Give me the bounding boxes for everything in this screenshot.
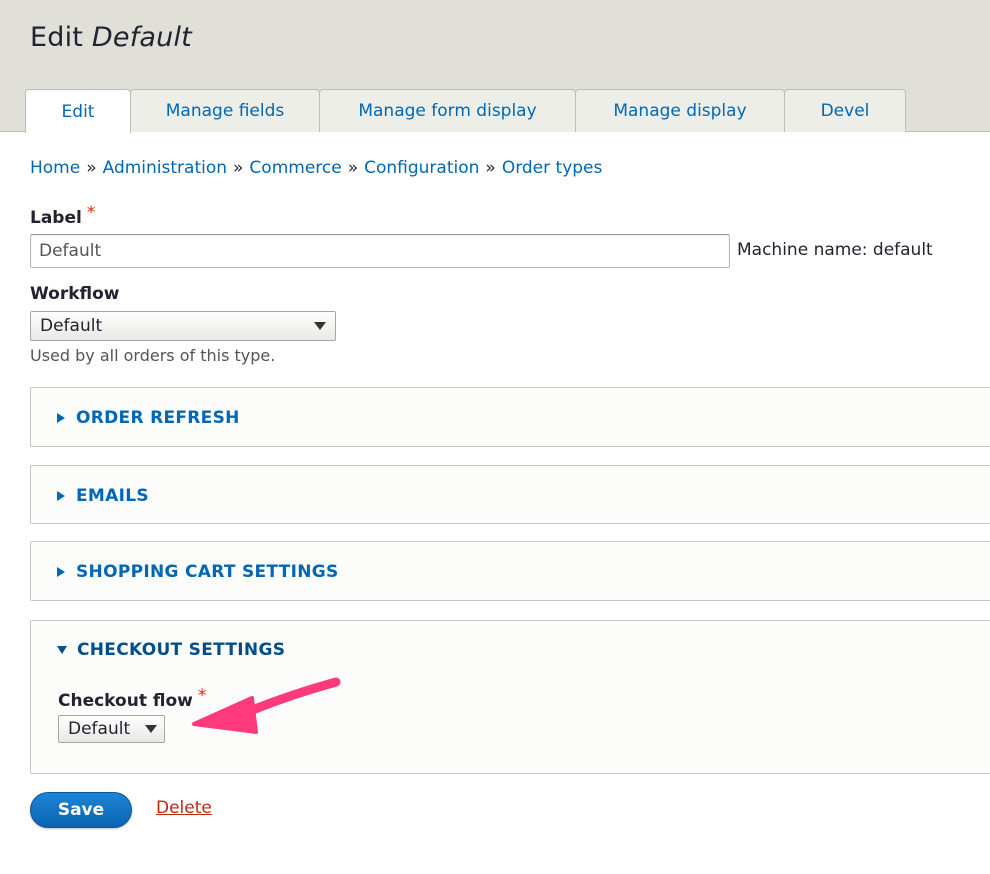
workflow-select[interactable]: Default bbox=[30, 311, 336, 341]
order-refresh-summary[interactable]: ORDER REFRESH bbox=[57, 388, 240, 448]
order-refresh-section: ORDER REFRESH bbox=[30, 387, 990, 447]
section-title: CHECKOUT SETTINGS bbox=[77, 640, 286, 660]
tab-label: Manage fields bbox=[165, 101, 285, 121]
page-title-entity: Default bbox=[91, 22, 192, 53]
tab-label: Edit bbox=[61, 101, 95, 122]
shopping-cart-settings-summary[interactable]: SHOPPING CART SETTINGS bbox=[57, 542, 339, 602]
breadcrumb-separator: » bbox=[86, 158, 97, 178]
emails-section: EMAILS bbox=[30, 465, 990, 524]
save-button[interactable]: Save bbox=[30, 792, 132, 828]
emails-summary[interactable]: EMAILS bbox=[57, 466, 149, 525]
checkout-flow-title: Checkout flow bbox=[58, 691, 193, 711]
workflow-selected-value: Default bbox=[40, 316, 103, 336]
tab-label: Manage display bbox=[613, 101, 747, 121]
tab-manage-fields[interactable]: Manage fields bbox=[130, 89, 320, 132]
tab-edit[interactable]: Edit bbox=[25, 89, 131, 133]
checkout-settings-section: CHECKOUT SETTINGS Checkout flow * Default bbox=[30, 620, 990, 774]
tab-devel[interactable]: Devel bbox=[784, 89, 906, 132]
arrow-annotation-icon bbox=[192, 677, 341, 734]
workflow-description: Used by all orders of this type. bbox=[30, 346, 276, 365]
chevron-down-icon bbox=[145, 725, 157, 733]
shopping-cart-settings-section: SHOPPING CART SETTINGS bbox=[30, 541, 990, 601]
breadcrumb-separator: » bbox=[485, 158, 496, 178]
page-title: Edit Default bbox=[30, 22, 192, 53]
breadcrumb-separator: » bbox=[347, 158, 359, 178]
label-field-label: Label * bbox=[30, 203, 95, 228]
breadcrumb-commerce[interactable]: Commerce bbox=[249, 158, 341, 178]
tab-manage-display[interactable]: Manage display bbox=[575, 89, 785, 132]
triangle-down-icon bbox=[57, 646, 67, 654]
chevron-down-icon bbox=[314, 322, 326, 330]
triangle-right-icon bbox=[57, 413, 65, 423]
tab-label: Manage form display bbox=[358, 101, 537, 121]
section-title: SHOPPING CART SETTINGS bbox=[76, 562, 339, 582]
tab-manage-form-display[interactable]: Manage form display bbox=[319, 89, 576, 132]
breadcrumb: Home» Administration» Commerce» Configurati… bbox=[30, 158, 602, 178]
tab-label: Devel bbox=[820, 101, 870, 121]
checkout-flow-select[interactable]: Default bbox=[58, 715, 165, 743]
section-title: EMAILS bbox=[76, 485, 149, 506]
page-header: Edit Default Edit Manage fields Manage f… bbox=[0, 0, 990, 133]
label-input[interactable] bbox=[30, 234, 730, 268]
breadcrumb-separator: » bbox=[233, 158, 244, 178]
page-title-prefix: Edit bbox=[30, 22, 84, 53]
section-title: ORDER REFRESH bbox=[76, 408, 240, 428]
label-field-title: Label bbox=[30, 208, 82, 228]
triangle-right-icon bbox=[57, 567, 65, 577]
triangle-right-icon bbox=[57, 490, 65, 501]
breadcrumb-order-types[interactable]: Order types bbox=[502, 158, 603, 178]
machine-name: Machine name: default bbox=[737, 240, 933, 260]
breadcrumb-administration[interactable]: Administration bbox=[103, 158, 227, 178]
checkout-flow-selected-value: Default bbox=[68, 719, 131, 739]
breadcrumb-home[interactable]: Home bbox=[30, 158, 80, 178]
breadcrumb-configuration[interactable]: Configuration bbox=[364, 158, 479, 178]
delete-link[interactable]: Delete bbox=[156, 798, 212, 818]
required-marker: * bbox=[86, 203, 96, 223]
workflow-label: Workflow bbox=[30, 284, 120, 304]
